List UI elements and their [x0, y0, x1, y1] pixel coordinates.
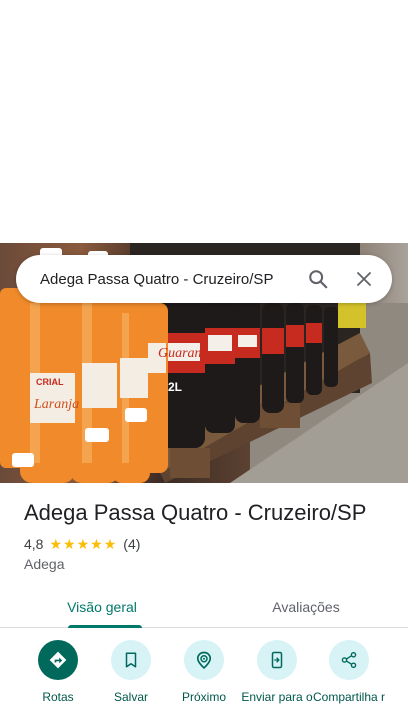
- bottle-label-flavor: Laranja: [33, 397, 79, 412]
- active-tab-indicator: [68, 625, 142, 628]
- search-icon: [309, 270, 328, 289]
- search-bar[interactable]: Adega Passa Quatro - Cruzeiro/SP: [16, 255, 392, 303]
- share-button[interactable]: Compartilha r: [309, 640, 389, 704]
- share-circle: [329, 640, 369, 680]
- search-button[interactable]: [298, 259, 338, 299]
- close-button[interactable]: [344, 259, 384, 299]
- place-title: Adega Passa Quatro - Cruzeiro/SP: [24, 500, 367, 525]
- save-button[interactable]: Salvar: [91, 640, 171, 704]
- star-icon: ★: [76, 536, 90, 552]
- bottle-label-cola: Guaraná: [158, 346, 209, 361]
- star-icon: ★: [90, 536, 103, 552]
- tab-overview[interactable]: Visão geral: [0, 586, 204, 627]
- star-icon: ★: [49, 536, 63, 552]
- directions-button[interactable]: Rotas: [18, 640, 98, 704]
- bottle-label-brand: CRIAL: [36, 377, 64, 387]
- rating-value: 4,8: [24, 536, 44, 552]
- send-to-phone-button[interactable]: Enviar para o: [237, 640, 317, 704]
- share-icon: [341, 651, 357, 669]
- place-category: Adega: [24, 556, 65, 572]
- place-tabs: Visão geral Avaliações: [0, 586, 408, 628]
- rating-stars: ★ ★ ★ ★ ★: [49, 537, 117, 551]
- send-to-phone-icon: [271, 651, 283, 669]
- star-icon: ★: [103, 536, 117, 552]
- directions-circle: [38, 640, 78, 680]
- nearby-button[interactable]: Próximo: [164, 640, 244, 704]
- close-icon: [357, 272, 371, 286]
- directions-label: Rotas: [42, 690, 74, 704]
- bookmark-icon: [125, 652, 137, 668]
- rating-row[interactable]: 4,8 ★ ★ ★ ★ ★ (4): [24, 536, 140, 552]
- search-input[interactable]: Adega Passa Quatro - Cruzeiro/SP: [16, 271, 298, 288]
- bottle-label-size: 2L: [168, 380, 182, 394]
- save-circle: [111, 640, 151, 680]
- action-bar: Rotas Salvar Próximo Enviar para o Compa…: [0, 640, 408, 726]
- star-icon: ★: [63, 536, 76, 552]
- nearby-icon: [196, 651, 212, 670]
- nearby-circle: [184, 640, 224, 680]
- tab-reviews-label: Avaliações: [272, 598, 340, 615]
- save-label: Salvar: [113, 690, 148, 704]
- send-to-phone-circle: [257, 640, 297, 680]
- share-label: Compartilha r: [312, 690, 386, 704]
- nearby-label: Próximo: [181, 690, 226, 704]
- directions-icon: [49, 651, 67, 669]
- review-count: (4): [123, 536, 141, 552]
- send-to-phone-label: Enviar para o: [241, 690, 313, 704]
- tab-reviews[interactable]: Avaliações: [204, 586, 408, 627]
- tab-overview-label: Visão geral: [67, 598, 137, 615]
